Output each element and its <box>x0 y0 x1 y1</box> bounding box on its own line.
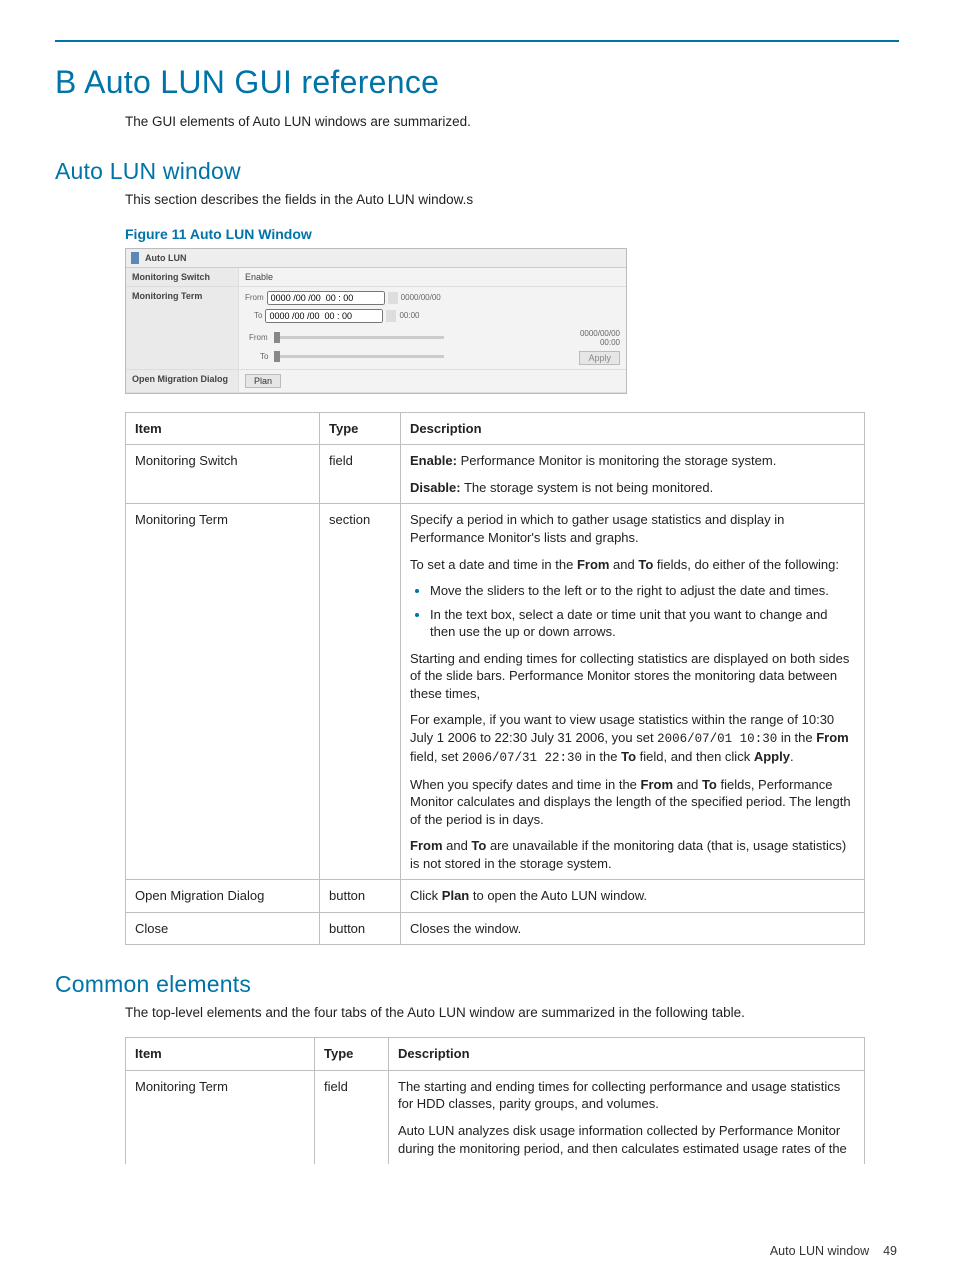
cell-item: Monitoring Switch <box>126 445 320 504</box>
cell-desc: Specify a period in which to gather usag… <box>401 504 865 880</box>
table-row: Monitoring Term section Specify a period… <box>126 504 865 880</box>
col-description: Description <box>389 1038 865 1071</box>
table-row: Monitoring Term field The starting and e… <box>126 1070 865 1164</box>
from-datetime-input[interactable] <box>267 291 385 305</box>
page-title: B Auto LUN GUI reference <box>55 64 899 101</box>
col-type: Type <box>320 412 401 445</box>
plan-button[interactable]: Plan <box>245 374 281 388</box>
col-item: Item <box>126 412 320 445</box>
cell-item: Open Migration Dialog <box>126 880 320 913</box>
auto-lun-fields-table: Item Type Description Monitoring Switch … <box>125 412 865 946</box>
cell-item: Close <box>126 912 320 945</box>
to-slider[interactable] <box>274 355 444 358</box>
cell-type: section <box>320 504 401 880</box>
cell-desc: Click Plan to open the Auto LUN window. <box>401 880 865 913</box>
section1-intro: This section describes the fields in the… <box>125 191 899 210</box>
cell-desc: Enable: Performance Monitor is monitorin… <box>401 445 865 504</box>
slider-to-label: To <box>249 352 268 361</box>
cell-desc: The starting and ending times for collec… <box>389 1070 865 1164</box>
footer-section: Auto LUN window <box>770 1244 869 1258</box>
cell-type: field <box>320 445 401 504</box>
to-spinner[interactable] <box>386 310 396 322</box>
to-legend-time: 00:00 <box>399 311 419 320</box>
table-row: Close button Closes the window. <box>126 912 865 945</box>
section2-intro: The top-level elements and the four tabs… <box>125 1004 899 1023</box>
cell-type: field <box>315 1070 389 1164</box>
range-end-time: 00:00 <box>579 338 620 347</box>
apply-button[interactable]: Apply <box>579 351 620 365</box>
window-titlebar: Auto LUN <box>126 249 626 268</box>
cell-type: button <box>320 912 401 945</box>
table-row: Open Migration Dialog button Click Plan … <box>126 880 865 913</box>
monitoring-switch-value: Enable <box>239 268 626 286</box>
monitoring-term-label: Monitoring Term <box>126 287 239 369</box>
section-auto-lun-window: Auto LUN window <box>55 158 899 185</box>
col-item: Item <box>126 1038 315 1071</box>
from-slider[interactable] <box>274 336 444 339</box>
range-end-date: 0000/00/00 <box>579 329 620 338</box>
figure-caption: Figure 11 Auto LUN Window <box>125 226 899 242</box>
from-legend-date: 0000/00/00 <box>401 293 441 302</box>
page-footer: Auto LUN window 49 <box>55 1244 899 1258</box>
footer-page-number: 49 <box>883 1244 897 1258</box>
cell-desc: Closes the window. <box>401 912 865 945</box>
window-title: Auto LUN <box>145 253 187 263</box>
to-label: To <box>245 311 262 320</box>
cell-item: Monitoring Term <box>126 1070 315 1164</box>
from-label: From <box>245 293 264 302</box>
slider-from-label: From <box>249 333 268 342</box>
open-migration-label: Open Migration Dialog <box>126 370 239 392</box>
monitoring-switch-label: Monitoring Switch <box>126 268 239 286</box>
col-description: Description <box>401 412 865 445</box>
from-spinner[interactable] <box>388 292 398 304</box>
common-elements-table: Item Type Description Monitoring Term fi… <box>125 1037 865 1164</box>
titlebar-icon <box>131 252 139 264</box>
col-type: Type <box>315 1038 389 1071</box>
cell-item: Monitoring Term <box>126 504 320 880</box>
cell-type: button <box>320 880 401 913</box>
intro-text: The GUI elements of Auto LUN windows are… <box>125 113 899 132</box>
top-rule <box>55 40 899 42</box>
section-common-elements: Common elements <box>55 971 899 998</box>
table-row: Monitoring Switch field Enable: Performa… <box>126 445 865 504</box>
to-datetime-input[interactable] <box>265 309 383 323</box>
auto-lun-window-mock: Auto LUN Monitoring Switch Enable Monito… <box>125 248 627 394</box>
